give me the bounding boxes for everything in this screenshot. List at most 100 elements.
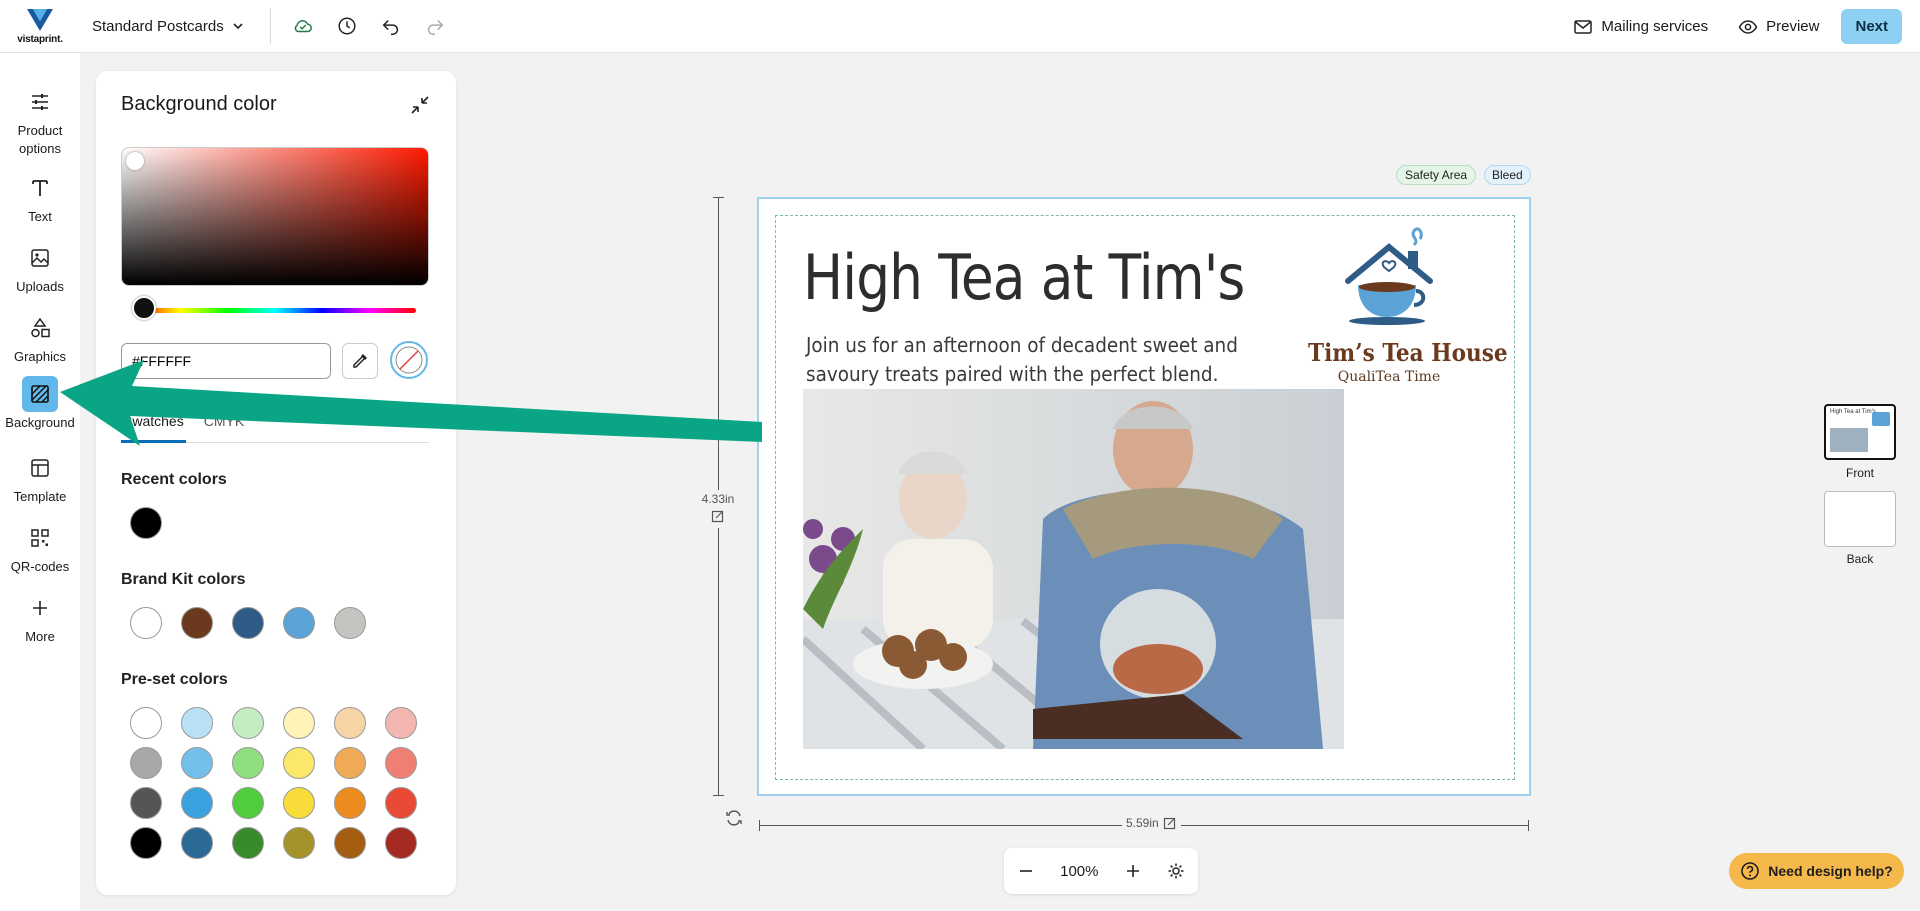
page-label-back: Back	[1846, 552, 1874, 566]
preset-color-swatch[interactable]	[232, 827, 264, 859]
preset-color-swatch[interactable]	[232, 707, 264, 739]
qr-icon	[22, 520, 58, 556]
zoom-in-icon[interactable]	[1124, 862, 1142, 880]
zoom-control: 100%	[1004, 848, 1198, 894]
preset-color-swatch[interactable]	[385, 827, 417, 859]
brand-color-swatch[interactable]	[232, 607, 264, 639]
body-text[interactable]: Join us for an afternoon of decadent swe…	[806, 331, 1284, 389]
preset-color-swatch[interactable]	[283, 827, 315, 859]
product-selector[interactable]: Standard Postcards	[80, 8, 256, 44]
redo-icon	[427, 19, 444, 35]
preset-colors-row	[130, 707, 417, 739]
undo-button[interactable]	[369, 4, 413, 48]
cloud-saved-button[interactable]	[281, 4, 325, 48]
preset-color-swatch[interactable]	[334, 747, 366, 779]
brand-color-swatch[interactable]	[130, 607, 162, 639]
panel-title: Background color	[121, 93, 277, 115]
preset-color-swatch[interactable]	[130, 747, 162, 779]
preset-colors-row	[130, 827, 417, 859]
product-label: Standard Postcards	[92, 17, 224, 35]
preview-button[interactable]: Preview	[1730, 11, 1827, 43]
clock-icon	[338, 17, 356, 35]
preset-colors-row	[130, 747, 417, 779]
height-dimension[interactable]: 4.33in	[696, 490, 740, 528]
preset-color-swatch[interactable]	[130, 707, 162, 739]
page-thumbnail-front[interactable]: High Tea at Tim's	[1824, 404, 1896, 460]
brand-color-swatch[interactable]	[283, 607, 315, 639]
rail-item-more[interactable]: More	[0, 590, 80, 646]
plus-icon	[22, 590, 58, 626]
next-button[interactable]: Next	[1841, 9, 1902, 44]
width-label: 5.59in	[1126, 816, 1159, 830]
page-thumbnail-back[interactable]	[1824, 491, 1896, 547]
width-dimension[interactable]: 5.59in	[1122, 816, 1181, 830]
preset-color-swatch[interactable]	[232, 747, 264, 779]
mailing-services-button[interactable]: Mailing services	[1565, 11, 1716, 43]
bleed-badge[interactable]: Bleed	[1484, 165, 1531, 185]
thumbnail-photo	[1830, 428, 1868, 452]
design-help-label: Need design help?	[1768, 863, 1893, 879]
recent-colors-row	[130, 507, 162, 539]
rail-label: More	[25, 629, 55, 644]
preset-color-swatch[interactable]	[385, 707, 417, 739]
text-icon	[22, 170, 58, 206]
toolbar-divider	[269, 8, 271, 44]
vistaprint-logo[interactable]: vistaprint.	[0, 0, 80, 53]
rotate-icon[interactable]	[724, 808, 744, 828]
headline-text[interactable]: High Tea at Tim's	[803, 241, 1245, 314]
tea-photo[interactable]	[803, 389, 1344, 749]
safety-area-badge[interactable]: Safety Area	[1396, 165, 1477, 185]
brand-logo[interactable]: Tim’s Tea House QualiTea Time	[1299, 227, 1508, 385]
preset-color-swatch[interactable]	[334, 787, 366, 819]
zoom-out-icon[interactable]	[1017, 862, 1035, 880]
cloud-check-icon	[294, 20, 312, 33]
template-icon	[22, 450, 58, 486]
preset-color-swatch[interactable]	[232, 787, 264, 819]
rail-item-uploads[interactable]: Uploads	[0, 240, 80, 296]
preset-color-swatch[interactable]	[130, 827, 162, 859]
preset-color-swatch[interactable]	[130, 787, 162, 819]
recent-color-swatch[interactable]	[130, 507, 162, 539]
preset-color-swatch[interactable]	[283, 707, 315, 739]
logo-text: vistaprint.	[17, 34, 63, 45]
collapse-icon[interactable]	[408, 93, 432, 117]
annotation-arrow-icon	[60, 360, 762, 446]
rail-item-graphics[interactable]: Graphics	[0, 310, 80, 366]
zoom-level[interactable]: 100%	[1060, 863, 1098, 880]
brand-color-swatch[interactable]	[181, 607, 213, 639]
preset-color-swatch[interactable]	[334, 827, 366, 859]
rail-label: QR-codes	[10, 559, 70, 574]
gear-icon[interactable]	[1167, 862, 1185, 880]
rail-item-product-options[interactable]: Product options	[0, 84, 80, 158]
preset-color-swatch[interactable]	[283, 787, 315, 819]
preset-color-swatch[interactable]	[385, 747, 417, 779]
rail-item-text[interactable]: Text	[0, 170, 80, 226]
preset-color-swatch[interactable]	[181, 747, 213, 779]
redo-button[interactable]	[413, 4, 457, 48]
rail-item-qr-codes[interactable]: QR-codes	[0, 520, 80, 576]
background-icon	[22, 376, 58, 412]
saturation-value-picker[interactable]	[121, 147, 429, 286]
top-bar: vistaprint. Standard Postcards Mailing s…	[0, 0, 1920, 53]
eye-icon	[1738, 19, 1758, 34]
preset-color-swatch[interactable]	[283, 747, 315, 779]
preset-color-swatch[interactable]	[181, 827, 213, 859]
left-rail: Product options Text Uploads Graphics Ba…	[0, 53, 80, 911]
preset-color-swatch[interactable]	[181, 707, 213, 739]
preview-label: Preview	[1766, 18, 1820, 35]
hue-slider[interactable]	[134, 308, 416, 313]
preset-color-swatch[interactable]	[181, 787, 213, 819]
brand-color-swatch[interactable]	[334, 607, 366, 639]
preset-color-swatch[interactable]	[385, 787, 417, 819]
postcard-canvas[interactable]: High Tea at Tim's Join us for an afterno…	[757, 197, 1531, 796]
preset-color-swatch[interactable]	[334, 707, 366, 739]
recent-colors-title: Recent colors	[121, 471, 227, 488]
hue-slider-knob[interactable]	[132, 296, 156, 320]
image-icon	[22, 240, 58, 276]
question-icon	[1741, 862, 1760, 880]
vistaprint-logo-icon	[27, 9, 53, 31]
saturation-knob[interactable]	[126, 152, 144, 170]
history-button[interactable]	[325, 4, 369, 48]
teahouse-logo-icon	[1345, 227, 1433, 325]
design-help-button[interactable]: Need design help?	[1729, 853, 1904, 889]
